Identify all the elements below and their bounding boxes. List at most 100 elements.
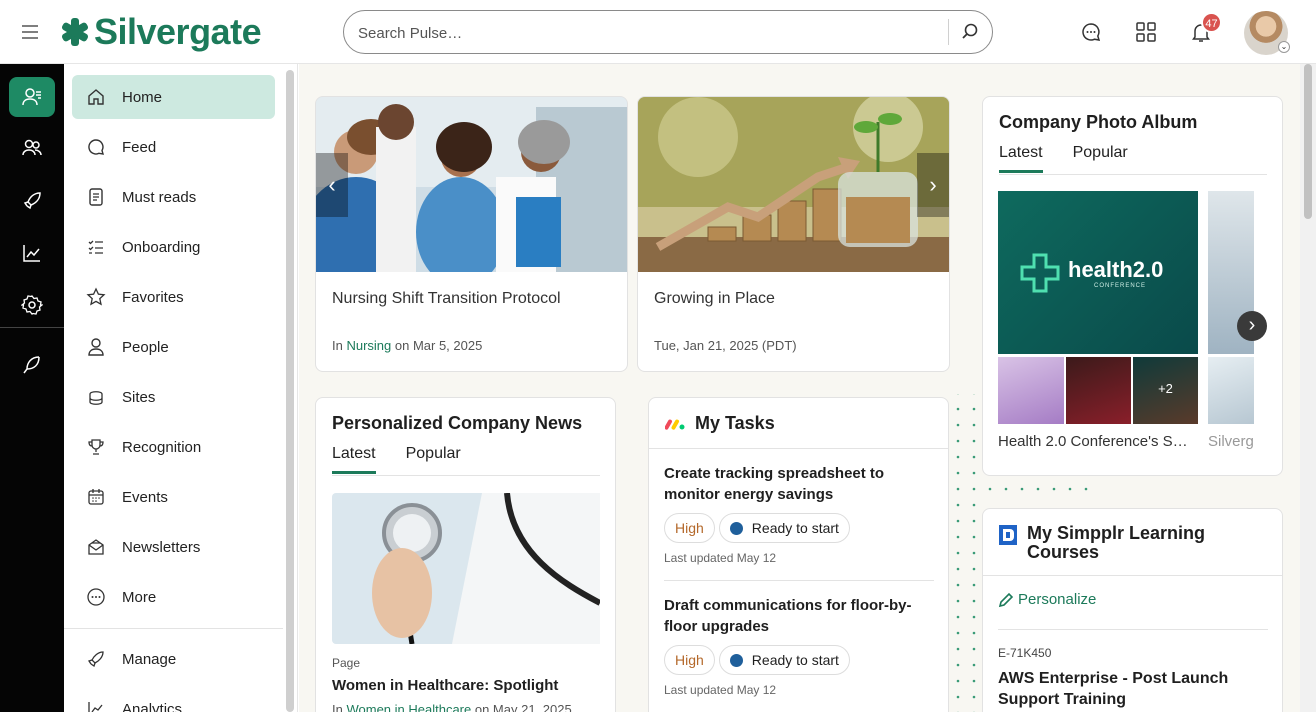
sidebar-item-events[interactable]: Events — [72, 475, 275, 519]
tab-latest[interactable]: Latest — [332, 445, 376, 474]
page-scrollbar[interactable] — [1300, 64, 1316, 712]
tab-popular[interactable]: Popular — [1073, 144, 1128, 173]
status-badge[interactable]: Ready to start — [718, 513, 850, 543]
rail-analytics-button[interactable] — [9, 233, 55, 273]
rocket-icon — [86, 649, 106, 669]
feather-icon — [23, 356, 40, 374]
album-thumb[interactable] — [998, 357, 1064, 424]
brand-logo[interactable]: Silvergate — [60, 11, 262, 52]
pencil-icon — [998, 592, 1014, 607]
rail-feather-button[interactable] — [9, 345, 55, 385]
people-icon — [22, 139, 42, 156]
news-title: Personalized Company News — [332, 413, 583, 433]
search-icon[interactable] — [960, 22, 980, 42]
sidebar-item-home[interactable]: Home — [72, 75, 275, 119]
must-reads-icon — [86, 187, 106, 207]
sidebar-item-must-reads[interactable]: Must reads — [72, 175, 275, 219]
rail-home-button[interactable] — [9, 77, 55, 117]
album-thumb-more[interactable]: +2 — [1133, 357, 1198, 424]
album-thumb[interactable] — [1066, 357, 1131, 424]
person-icon — [86, 337, 106, 357]
sidebar-divider — [64, 628, 283, 629]
main-content: ‹ Nursing Shift Transition Protocol In N… — [299, 64, 1300, 712]
chevron-down-icon: ⌄ — [1278, 41, 1290, 53]
sidebar-item-label: Sites — [122, 388, 156, 406]
calendar-icon — [86, 487, 106, 507]
site-link[interactable]: Nursing — [346, 338, 391, 353]
news-tabs: Latest Popular — [332, 445, 491, 474]
learning-divider — [998, 629, 1268, 630]
home-people-icon — [22, 88, 41, 106]
album-thumb[interactable] — [1208, 357, 1254, 424]
article-title[interactable]: Women in Healthcare: Spotlight — [332, 677, 558, 694]
sidebar-item-manage[interactable]: Manage — [72, 637, 275, 681]
sidebar-item-people[interactable]: People — [72, 325, 275, 369]
task-item[interactable]: Draft communications for floor-by-floor … — [664, 595, 934, 697]
scrollbar-thumb[interactable] — [1304, 64, 1312, 219]
sidebar-item-newsletters[interactable]: Newsletters — [72, 525, 275, 569]
search-input[interactable] — [358, 21, 938, 45]
cover-text: health2.0 — [1068, 257, 1164, 282]
sidebar-item-feed[interactable]: Feed — [72, 125, 275, 169]
apps-grid-icon[interactable] — [1134, 20, 1158, 44]
task-item[interactable]: Create tracking spreadsheet to monitor e… — [664, 463, 934, 565]
rail-people-button[interactable] — [9, 128, 55, 168]
sidebar-item-analytics[interactable]: Analytics — [72, 687, 275, 712]
album-caption[interactable]: Health 2.0 Conference's S… — [998, 433, 1188, 450]
carousel-next-button[interactable]: › — [917, 153, 949, 217]
featured-card[interactable]: ‹ Nursing Shift Transition Protocol In N… — [315, 96, 628, 372]
brand-name: Silvergate — [94, 11, 262, 52]
sidebar-item-onboarding[interactable]: Onboarding — [72, 225, 275, 269]
site-link[interactable]: Women in Healthcare — [346, 702, 471, 712]
status-dot-icon — [729, 653, 743, 667]
album-next-button[interactable]: › — [1237, 311, 1267, 341]
menu-icon[interactable] — [20, 22, 40, 42]
analytics-icon — [86, 699, 106, 712]
sidebar-nav: Home Feed Must reads Onboarding Favorite… — [64, 64, 298, 712]
learning-title: My Simpplr Learning Courses — [1027, 523, 1206, 562]
tab-latest[interactable]: Latest — [999, 144, 1043, 173]
chevron-right-icon: › — [1248, 314, 1256, 336]
tab-popular[interactable]: Popular — [406, 445, 461, 474]
sidebar-item-label: Feed — [122, 138, 157, 156]
carousel-prev-button[interactable]: ‹ — [316, 153, 348, 217]
cover-subtext: CONFERENCE — [1094, 283, 1147, 289]
learning-logo-icon — [999, 525, 1017, 545]
health-cross-icon — [1020, 253, 1060, 293]
status-dot-icon — [729, 521, 743, 535]
logo-mark-icon — [61, 18, 89, 46]
chat-icon[interactable] — [1079, 20, 1103, 44]
personalize-label: Personalize — [1018, 591, 1097, 608]
sidebar-item-label: Onboarding — [122, 238, 201, 256]
company-news-card: Personalized Company News Latest Popular… — [315, 397, 616, 712]
sidebar-item-recognition[interactable]: Recognition — [72, 425, 275, 469]
feed-icon — [86, 137, 106, 157]
rail-launch-button[interactable] — [9, 181, 55, 221]
personalize-link[interactable]: Personalize — [998, 591, 1096, 608]
rail-settings-button[interactable] — [9, 285, 55, 325]
meta-suffix: on Mar 5, 2025 — [391, 338, 483, 353]
priority-badge[interactable]: High — [664, 645, 715, 675]
status-badge[interactable]: Ready to start — [718, 645, 850, 675]
sidebar-item-favorites[interactable]: Favorites — [72, 275, 275, 319]
priority-badge[interactable]: High — [664, 513, 715, 543]
featured-title[interactable]: Nursing Shift Transition Protocol — [332, 290, 561, 308]
sidebar-item-more[interactable]: More — [72, 575, 275, 619]
album-caption[interactable]: Silverg — [1208, 433, 1258, 450]
task-title[interactable]: Draft communications for floor-by-floor … — [664, 595, 934, 637]
tasks-header-divider — [649, 448, 948, 449]
featured-title[interactable]: Growing in Place — [654, 290, 775, 308]
album-title: Company Photo Album — [999, 112, 1198, 132]
album-cover[interactable]: health2.0 CONFERENCE — [998, 191, 1198, 354]
course-title[interactable]: AWS Enterprise - Post Launch Support Tra… — [998, 668, 1258, 710]
status-label: Ready to start — [751, 520, 839, 536]
meta-prefix: In — [332, 702, 347, 712]
featured-card[interactable]: › Growing in Place Tue, Jan 21, 2025 (PD… — [637, 96, 950, 372]
more-icon — [86, 587, 106, 607]
sidebar-scrollbar[interactable] — [286, 70, 294, 712]
task-title[interactable]: Create tracking spreadsheet to monitor e… — [664, 463, 934, 505]
featured-meta: Tue, Jan 21, 2025 (PDT) — [654, 338, 797, 353]
user-avatar[interactable]: ⌄ — [1244, 11, 1290, 55]
sidebar-item-sites[interactable]: Sites — [72, 375, 275, 419]
home-icon — [86, 87, 106, 107]
